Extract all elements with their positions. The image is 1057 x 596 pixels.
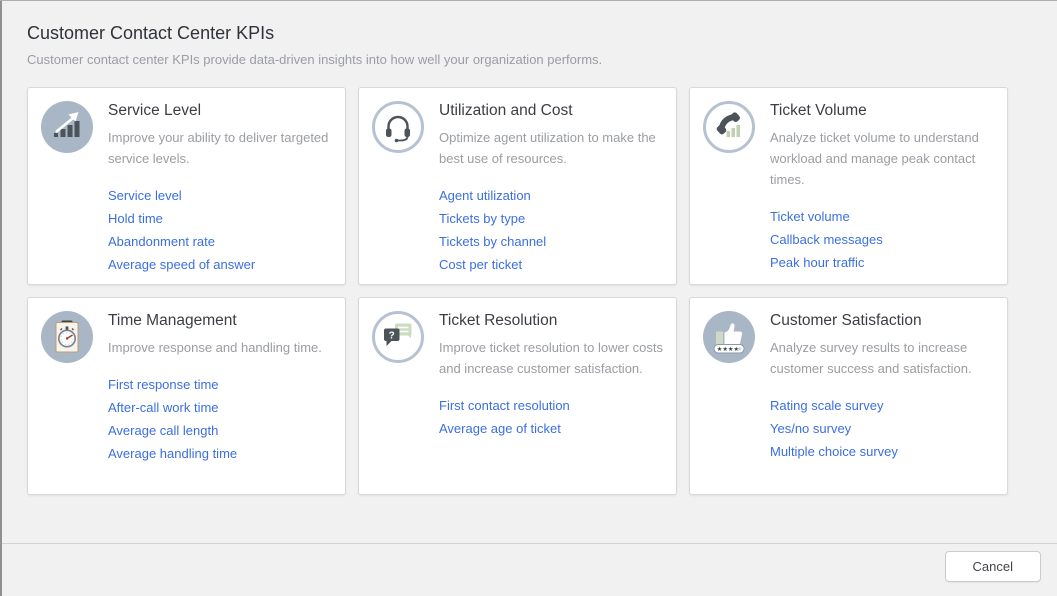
card-title: Customer Satisfaction bbox=[770, 312, 994, 330]
page-subtitle: Customer contact center KPIs provide dat… bbox=[27, 52, 1029, 67]
kpi-link-first-response-time[interactable]: First response time bbox=[108, 373, 332, 396]
kpi-links: First contact resolution Average age of … bbox=[439, 394, 663, 440]
card-utilization-and-cost: Utilization and Cost Optimize agent util… bbox=[358, 87, 677, 285]
headset-icon bbox=[372, 101, 424, 153]
kpi-link-callback-messages[interactable]: Callback messages bbox=[770, 228, 994, 251]
kpi-link-multiple-choice-survey[interactable]: Multiple choice survey bbox=[770, 440, 994, 463]
svg-text:★: ★ bbox=[737, 346, 743, 353]
card-title: Ticket Resolution bbox=[439, 312, 663, 330]
kpi-link-abandonment-rate[interactable]: Abandonment rate bbox=[108, 230, 332, 253]
card-description: Analyze ticket volume to understand work… bbox=[770, 127, 994, 190]
kpi-picker-dialog: Customer Contact Center KPIs Customer co… bbox=[0, 1, 1057, 495]
card-description: Improve response and handling time. bbox=[108, 337, 332, 358]
card-title: Utilization and Cost bbox=[439, 102, 663, 120]
kpi-link-rating-scale-survey[interactable]: Rating scale survey bbox=[770, 394, 994, 417]
bar-chart-trend-icon bbox=[41, 101, 93, 153]
card-ticket-volume: Ticket Volume Analyze ticket volume to u… bbox=[689, 87, 1008, 285]
card-description: Improve your ability to deliver targeted… bbox=[108, 127, 332, 169]
dialog-footer: Cancel bbox=[0, 543, 1057, 595]
kpi-link-peak-hour-traffic[interactable]: Peak hour traffic bbox=[770, 251, 994, 274]
kpi-links: Service level Hold time Abandonment rate… bbox=[108, 184, 332, 276]
card-customer-satisfaction: ★★★★ ★ Customer Satisfaction Analyze sur… bbox=[689, 297, 1008, 495]
kpi-link-average-age-of-ticket[interactable]: Average age of ticket bbox=[439, 417, 663, 440]
window-left-edge bbox=[0, 1, 2, 596]
kpi-link-agent-utilization[interactable]: Agent utilization bbox=[439, 184, 663, 207]
stopwatch-clipboard-icon bbox=[41, 311, 93, 363]
page-title: Customer Contact Center KPIs bbox=[27, 23, 1029, 44]
kpi-links: Ticket volume Callback messages Peak hou… bbox=[770, 205, 994, 274]
kpi-link-service-level[interactable]: Service level bbox=[108, 184, 332, 207]
card-title: Service Level bbox=[108, 102, 332, 120]
card-ticket-resolution: ? Ticket Resolution Improve ticket resol… bbox=[358, 297, 677, 495]
card-time-management: Time Management Improve response and han… bbox=[27, 297, 346, 495]
chat-question-icon: ? bbox=[372, 311, 424, 363]
kpi-link-average-speed-of-answer[interactable]: Average speed of answer bbox=[108, 253, 332, 276]
card-description: Optimize agent utilization to make the b… bbox=[439, 127, 663, 169]
kpi-link-tickets-by-channel[interactable]: Tickets by channel bbox=[439, 230, 663, 253]
kpi-link-hold-time[interactable]: Hold time bbox=[108, 207, 332, 230]
kpi-link-average-handling-time[interactable]: Average handling time bbox=[108, 442, 332, 465]
card-title: Time Management bbox=[108, 312, 332, 330]
kpi-link-first-contact-resolution[interactable]: First contact resolution bbox=[439, 394, 663, 417]
kpi-cards-grid: Service Level Improve your ability to de… bbox=[27, 87, 1029, 495]
phone-volume-icon bbox=[703, 101, 755, 153]
card-description: Analyze survey results to increase custo… bbox=[770, 337, 994, 379]
kpi-links: First response time After-call work time… bbox=[108, 373, 332, 465]
thumbs-up-rating-icon: ★★★★ ★ bbox=[703, 311, 755, 363]
cancel-button[interactable]: Cancel bbox=[945, 551, 1041, 582]
kpi-link-yes-no-survey[interactable]: Yes/no survey bbox=[770, 417, 994, 440]
card-description: Improve ticket resolution to lower costs… bbox=[439, 337, 663, 379]
kpi-link-cost-per-ticket[interactable]: Cost per ticket bbox=[439, 253, 663, 276]
card-title: Ticket Volume bbox=[770, 102, 994, 120]
kpi-link-tickets-by-type[interactable]: Tickets by type bbox=[439, 207, 663, 230]
kpi-links: Agent utilization Tickets by type Ticket… bbox=[439, 184, 663, 276]
svg-text:?: ? bbox=[389, 330, 395, 341]
kpi-link-after-call-work-time[interactable]: After-call work time bbox=[108, 396, 332, 419]
card-service-level: Service Level Improve your ability to de… bbox=[27, 87, 346, 285]
kpi-link-average-call-length[interactable]: Average call length bbox=[108, 419, 332, 442]
kpi-link-ticket-volume[interactable]: Ticket volume bbox=[770, 205, 994, 228]
kpi-links: Rating scale survey Yes/no survey Multip… bbox=[770, 394, 994, 463]
